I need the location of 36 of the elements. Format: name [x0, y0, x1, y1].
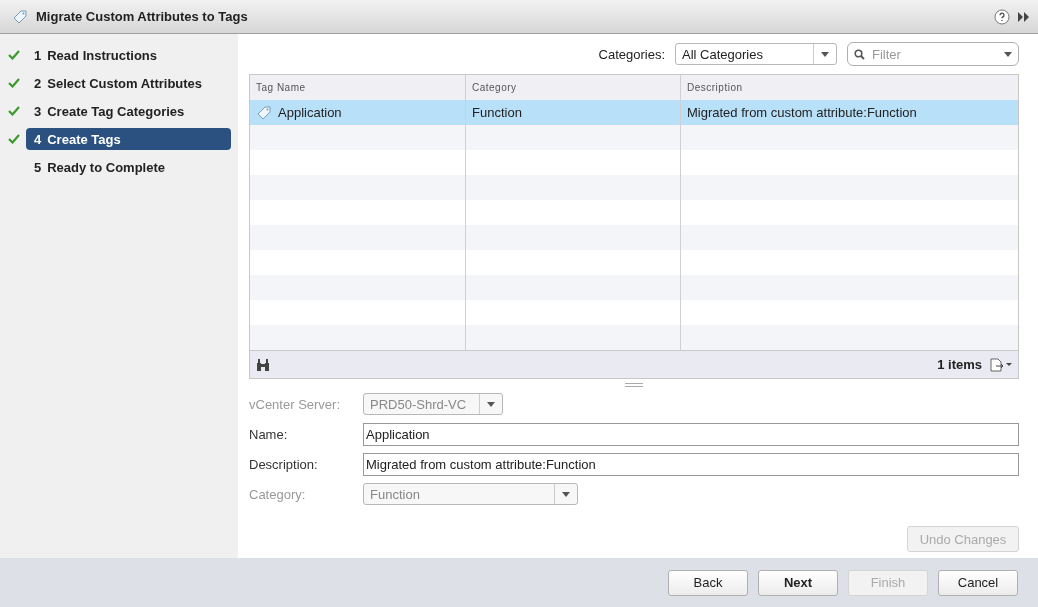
wizard-step[interactable]: 5 Ready to Complete: [26, 156, 231, 178]
input-field[interactable]: Application: [363, 422, 1019, 446]
field-label: Category:: [249, 486, 307, 502]
tag-icon: [12, 8, 28, 25]
wizard-button[interactable]: Cancel: [938, 569, 1018, 596]
expand-icon[interactable]: [1018, 11, 1030, 22]
table-cell: Function: [472, 105, 522, 120]
table-cell: Application: [278, 105, 342, 120]
field-label: Name:: [249, 426, 289, 442]
caret-icon: [487, 401, 495, 407]
tag-icon: [256, 104, 272, 121]
field-label: Description:: [249, 456, 319, 472]
caret-icon: [821, 51, 829, 57]
wizard-button[interactable]: Back: [668, 569, 748, 596]
field-label: vCenter Server:: [249, 396, 342, 412]
wizard-step[interactable]: 3 Create Tag Categories: [26, 100, 231, 122]
resize-grip-icon[interactable]: [625, 383, 643, 387]
item-count: 1 items: [937, 357, 982, 372]
filter-field[interactable]: Filter: [847, 42, 1019, 66]
search-icon: [854, 48, 865, 60]
categories-label: Categories:: [598, 46, 665, 62]
column-header[interactable]: Description: [681, 75, 1018, 100]
window-title: Migrate Custom Attributes to Tags: [36, 9, 249, 24]
table-cell: Migrated from custom attribute:Function: [687, 105, 917, 120]
binoculars-icon[interactable]: [256, 358, 270, 371]
caret-icon: [562, 491, 570, 497]
caret-icon: [1004, 51, 1012, 57]
wizard-step[interactable]: 2 Select Custom Attributes: [26, 72, 231, 94]
wizard-step[interactable]: 1 Read Instructions: [26, 44, 231, 66]
wizard-step[interactable]: 4 Create Tags: [26, 128, 231, 150]
input-field[interactable]: Migrated from custom attribute:Function: [363, 452, 1019, 476]
categories-dropdown[interactable]: All Categories: [675, 43, 837, 65]
export-icon[interactable]: [990, 357, 1012, 372]
table-row[interactable]: Application Function Migrated from custom attribute:Function: [250, 100, 1018, 125]
wizard-button[interactable]: Next: [758, 569, 838, 596]
help-icon[interactable]: [994, 8, 1010, 25]
